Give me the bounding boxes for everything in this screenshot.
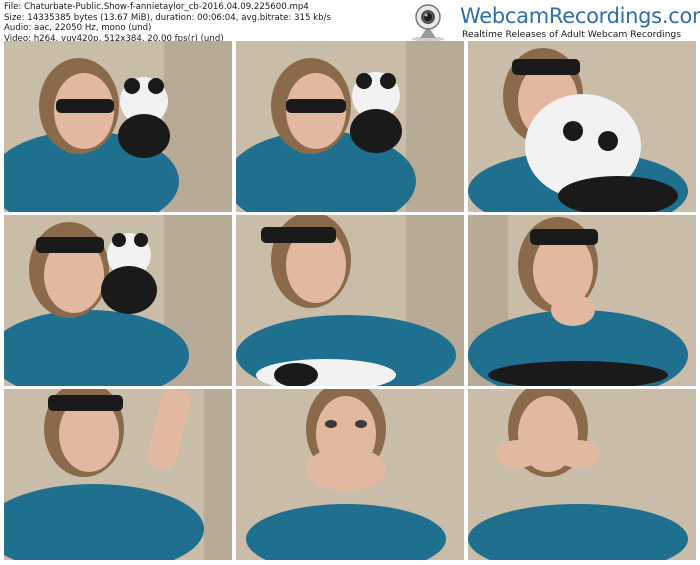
file-line: File: Chaturbate-Public.Show-f-annietayl… <box>4 2 309 12</box>
thumbnail-7 <box>4 389 232 560</box>
thumbnail-2 <box>236 41 464 212</box>
brand-tagline: Realtime Releases of Adult Webcam Record… <box>462 29 682 40</box>
thumbnail-4 <box>4 215 232 386</box>
thumbnail-5 <box>236 215 464 386</box>
thumbnail-8 <box>236 389 464 560</box>
audio-line: Audio: aac, 22050 Hz, mono (und) <box>4 23 152 34</box>
size-line: Size: 14335385 bytes (13.67 MiB), durati… <box>4 12 331 23</box>
video-info: File: Chaturbate-Public.Show-f-annietayl… <box>4 2 331 44</box>
thumbnail-1 <box>4 41 232 212</box>
thumbnail-grid <box>4 41 696 561</box>
site-logo: WebcamRecordings.com Realtime Releases o… <box>400 2 700 42</box>
thumbnail-3 <box>468 41 696 212</box>
thumbnail-9 <box>468 389 696 560</box>
brand-name: WebcamRecordings.com <box>460 4 700 28</box>
webcam-icon <box>412 4 444 42</box>
thumbnail-6 <box>468 215 696 386</box>
